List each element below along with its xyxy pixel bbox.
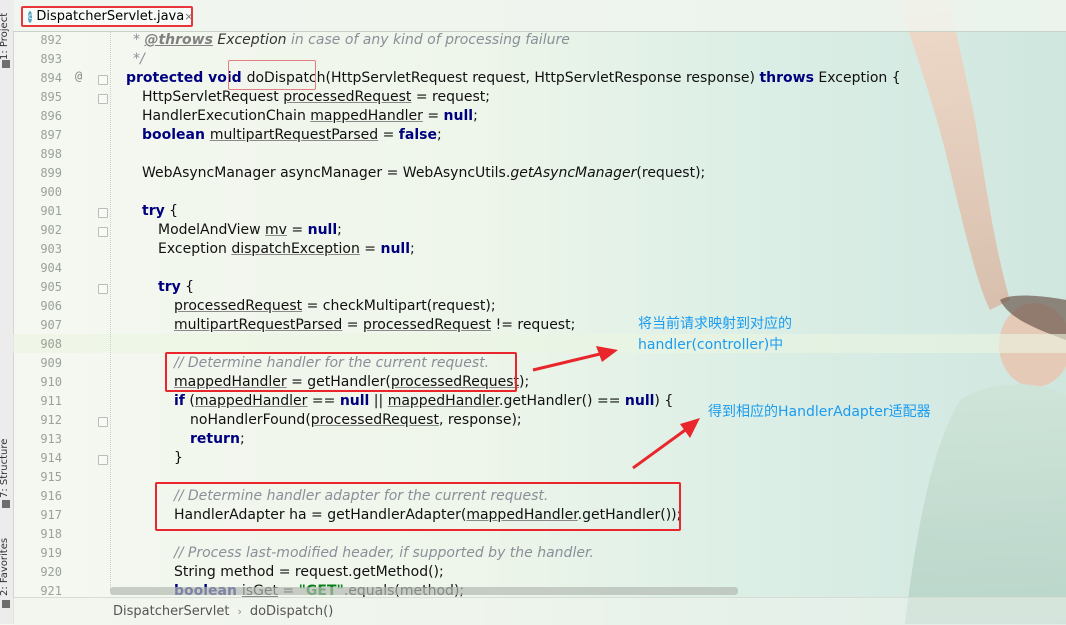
tab-title: DispatcherServlet.java [36,9,185,24]
note-line: handler(controller)中 [638,337,784,353]
code-line-903: Exception dispatchException = null; [158,241,415,257]
editor-tab-bar: c DispatcherServlet.java × [13,0,1066,32]
code-line-911: if (mappedHandler == null || mappedHandl… [174,393,674,409]
tab-dispatcher-servlet[interactable]: c DispatcherServlet.java × [21,6,193,27]
code-line-916: // Determine handler adapter for the cur… [174,488,549,504]
breadcrumb-class[interactable]: DispatcherServlet [113,604,229,619]
code-line-893: */ [133,51,145,67]
method-name: doDispatch [246,70,326,86]
favorites-star-icon [2,600,10,608]
code-line-909: // Determine handler for the current req… [174,355,490,371]
code-line-896: HandlerExecutionChain mappedHandler = nu… [142,108,478,124]
code-line-894: protected void doDispatch(HttpServletReq… [126,70,901,86]
annotation-note-handler-adapter: 得到相应的HandlerAdapter适配器 [708,404,931,420]
code-line-897: boolean multipartRequestParsed = false; [142,127,442,143]
annotation-note-handler-mapping: 将当前请求映射到对应的 handler(controller)中 [638,314,792,356]
code-line-906: processedRequest = checkMultipart(reques… [174,298,496,314]
code-line-912: noHandlerFound(processedRequest, respons… [190,412,522,428]
code-editor[interactable]: * @throws Exception in case of any kind … [0,31,1066,599]
note-line: 将当前请求映射到对应的 [638,316,792,332]
class-icon: c [28,10,33,23]
code-line-917: HandlerAdapter ha = getHandlerAdapter(ma… [174,507,682,523]
close-icon[interactable]: × [184,10,193,23]
code-line-910: mappedHandler = getHandler(processedRequ… [174,374,530,390]
horizontal-scrollbar[interactable] [110,587,738,595]
code-line-892: * @throws Exception in case of any kind … [133,32,570,48]
code-line-914: } [174,450,183,466]
code-line-907: multipartRequestParsed = processedReques… [174,317,576,333]
breadcrumb: DispatcherServlet › doDispatch() [13,597,1066,625]
code-line-919: // Process last-modified header, if supp… [174,545,594,561]
code-line-913: return; [190,431,245,447]
code-line-905: try { [158,279,195,295]
code-line-899: WebAsyncManager asyncManager = WebAsyncU… [142,165,706,181]
breadcrumb-separator: › [237,605,242,618]
code-line-895: HttpServletRequest processedRequest = re… [142,89,490,105]
code-line-902: ModelAndView mv = null; [158,222,342,238]
code-line-920: String method = request.getMethod(); [174,564,444,580]
breadcrumb-method[interactable]: doDispatch() [250,604,333,619]
code-line-901: try { [142,203,179,219]
